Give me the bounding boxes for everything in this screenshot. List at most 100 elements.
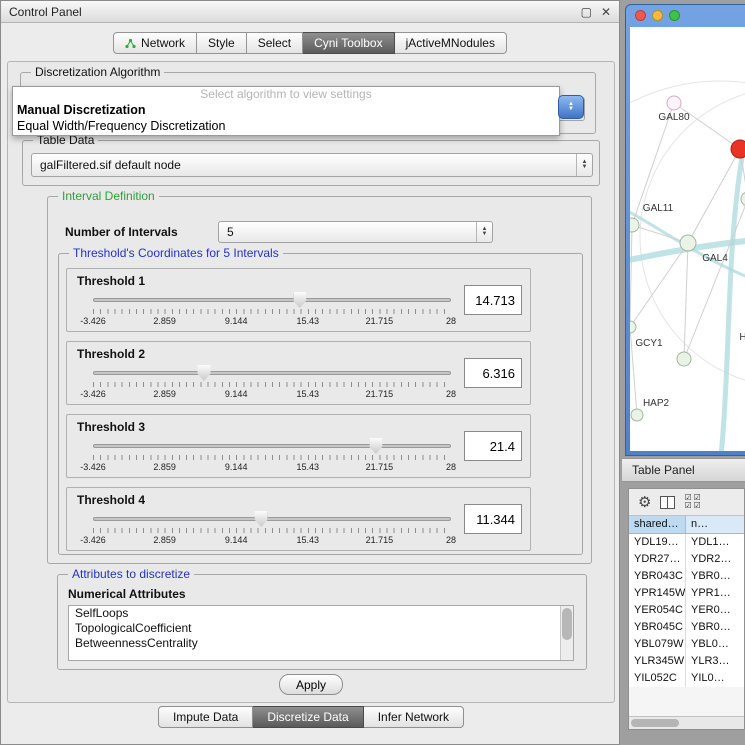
network-node[interactable] xyxy=(630,321,636,333)
network-node[interactable] xyxy=(741,192,745,206)
tick-label: 15.43 xyxy=(297,462,320,472)
table-data-value: galFiltered.sif default node xyxy=(32,158,576,172)
number-of-intervals-stepper[interactable]: ▲ ▼ xyxy=(476,222,492,242)
select-columns-icon[interactable]: ☑☑ ☑☑ xyxy=(684,494,702,510)
dropdown-placeholder: Select algorithm to view settings xyxy=(13,87,559,102)
table-row[interactable]: YDR27…YDR2… xyxy=(629,551,744,568)
table-header-row: shared… n… xyxy=(629,516,744,534)
tick-label: 28 xyxy=(446,462,456,472)
close-icon[interactable]: ✕ xyxy=(601,5,611,19)
attributes-group: Attributes to discretize Numerical Attri… xyxy=(57,574,587,670)
zoom-traffic-light[interactable] xyxy=(669,10,680,21)
network-node-selected[interactable] xyxy=(731,140,745,158)
tab-infer-network[interactable]: Infer Network xyxy=(364,706,464,728)
network-window-titlebar xyxy=(626,5,745,25)
horizontal-scrollbar[interactable] xyxy=(629,716,744,729)
slider-thumb[interactable] xyxy=(369,438,382,454)
scrollbar-thumb[interactable] xyxy=(631,719,679,727)
network-node[interactable] xyxy=(677,352,691,366)
list-item[interactable]: SelfLoops xyxy=(69,606,573,621)
tick-label: 15.43 xyxy=(297,389,320,399)
tab-discretize-data[interactable]: Discretize Data xyxy=(253,706,363,728)
tab-network-label: Network xyxy=(141,36,185,50)
window-title: Control Panel xyxy=(9,5,82,19)
slider-ticks xyxy=(93,382,451,387)
list-item[interactable]: TopologicalCoefficient xyxy=(69,621,573,636)
slider-tick-labels: -3.426 2.859 9.144 15.43 21.715 28 xyxy=(93,535,451,545)
table-row[interactable]: YDL19…YDL1… xyxy=(629,534,744,551)
slider-thumb[interactable] xyxy=(255,511,268,527)
tab-style-label: Style xyxy=(208,36,235,50)
minimize-traffic-light[interactable] xyxy=(652,10,663,21)
tick-label: 21.715 xyxy=(366,316,394,326)
table-row[interactable]: YBR043CYBR0… xyxy=(629,568,744,585)
table-panel-window: ⚙ ☑☑ ☑☑ shared… n… YDL19…YDL1… YDR27…YDR… xyxy=(628,488,745,730)
settings-gear-icon[interactable]: ⚙ xyxy=(638,495,651,510)
slider-track[interactable] xyxy=(93,444,451,448)
tab-jactivemnodules[interactable]: jActiveMNodules xyxy=(395,32,507,54)
table-row[interactable]: YLR345WYLR3… xyxy=(629,653,744,670)
network-node[interactable] xyxy=(630,218,639,232)
network-canvas[interactable]: GAL80 GAL11 GAL4 GCY1 HAP2 H xyxy=(630,27,745,451)
tab-style[interactable]: Style xyxy=(197,32,247,54)
node-label: GAL80 xyxy=(658,112,690,123)
columns-icon[interactable] xyxy=(660,496,675,509)
float-icon[interactable]: ▢ xyxy=(581,5,592,19)
stepper-down-icon: ▼ xyxy=(568,107,574,112)
number-of-intervals-combobox[interactable]: 5 ▲ ▼ xyxy=(218,221,493,243)
threshold-2-value-field[interactable] xyxy=(464,358,522,388)
network-edge xyxy=(684,243,688,359)
tick-label: 15.43 xyxy=(297,535,320,545)
dropdown-option-equal-width[interactable]: Equal Width/Frequency Discretization xyxy=(13,118,559,134)
apply-button[interactable]: Apply xyxy=(279,674,343,695)
slider-track[interactable] xyxy=(93,517,451,521)
stepper-down-icon: ▼ xyxy=(482,232,488,237)
bottom-tabbar: Impute Data Discretize Data Infer Networ… xyxy=(1,706,621,728)
threshold-4-title: Threshold 4 xyxy=(77,493,145,507)
numerical-attributes-list[interactable]: SelfLoops TopologicalCoefficient Between… xyxy=(68,605,574,661)
threshold-2-title: Threshold 2 xyxy=(77,347,145,361)
tab-network[interactable]: Network xyxy=(113,32,197,54)
thresholds-group-label: Threshold's Coordinates for 5 Intervals xyxy=(69,246,283,260)
tab-select[interactable]: Select xyxy=(247,32,303,54)
slider-thumb[interactable] xyxy=(197,365,210,381)
scrollbar-thumb[interactable] xyxy=(562,608,572,640)
column-header-shared-name[interactable]: shared… xyxy=(629,516,686,533)
table-row[interactable]: YBR045CYBR0… xyxy=(629,619,744,636)
threshold-3-slider[interactable] xyxy=(93,437,451,455)
table-row[interactable]: YIL052CYIL0… xyxy=(629,670,744,687)
threshold-2-slider[interactable] xyxy=(93,364,451,382)
close-traffic-light[interactable] xyxy=(635,10,646,21)
tab-cyni-toolbox[interactable]: Cyni Toolbox xyxy=(303,32,394,54)
slider-track[interactable] xyxy=(93,371,451,375)
table-panel-header: Table Panel xyxy=(622,458,745,482)
network-view-window: GAL80 GAL11 GAL4 GCY1 HAP2 H xyxy=(625,4,745,456)
table-data-stepper[interactable]: ▲ ▼ xyxy=(576,154,592,176)
table-row[interactable]: YER054CYER0… xyxy=(629,602,744,619)
list-scrollbar[interactable] xyxy=(560,606,573,660)
edge-bundle xyxy=(720,157,742,451)
table-row[interactable]: YBL079WYBL0… xyxy=(629,636,744,653)
control-panel-titlebar: Control Panel ▢ ✕ xyxy=(1,1,619,23)
slider-thumb[interactable] xyxy=(293,292,306,308)
control-panel-window: Control Panel ▢ ✕ Network Style Select C… xyxy=(0,0,620,745)
node-label: GAL11 xyxy=(643,203,674,214)
threshold-4-slider[interactable] xyxy=(93,510,451,528)
slider-tick-labels: -3.426 2.859 9.144 15.43 21.715 28 xyxy=(93,316,451,326)
tab-impute-data[interactable]: Impute Data xyxy=(158,706,253,728)
threshold-4-value-field[interactable] xyxy=(464,504,522,534)
threshold-1-value-field[interactable] xyxy=(464,285,522,315)
network-node[interactable] xyxy=(667,96,681,110)
tick-label: 9.144 xyxy=(225,535,248,545)
network-node[interactable] xyxy=(680,235,696,251)
algorithm-combo-stepper[interactable]: ▲ ▼ xyxy=(558,95,584,119)
dropdown-option-manual[interactable]: Manual Discretization xyxy=(13,102,559,118)
threshold-3-value-field[interactable] xyxy=(464,431,522,461)
table-data-combobox[interactable]: galFiltered.sif default node ▲ ▼ xyxy=(31,153,593,177)
slider-track[interactable] xyxy=(93,298,451,302)
column-header-name[interactable]: n… xyxy=(686,516,744,533)
list-item[interactable]: BetweennessCentrality xyxy=(69,636,573,651)
table-row[interactable]: YPR145WYPR1… xyxy=(629,585,744,602)
network-node[interactable] xyxy=(631,409,643,421)
threshold-1-slider[interactable] xyxy=(93,291,451,309)
